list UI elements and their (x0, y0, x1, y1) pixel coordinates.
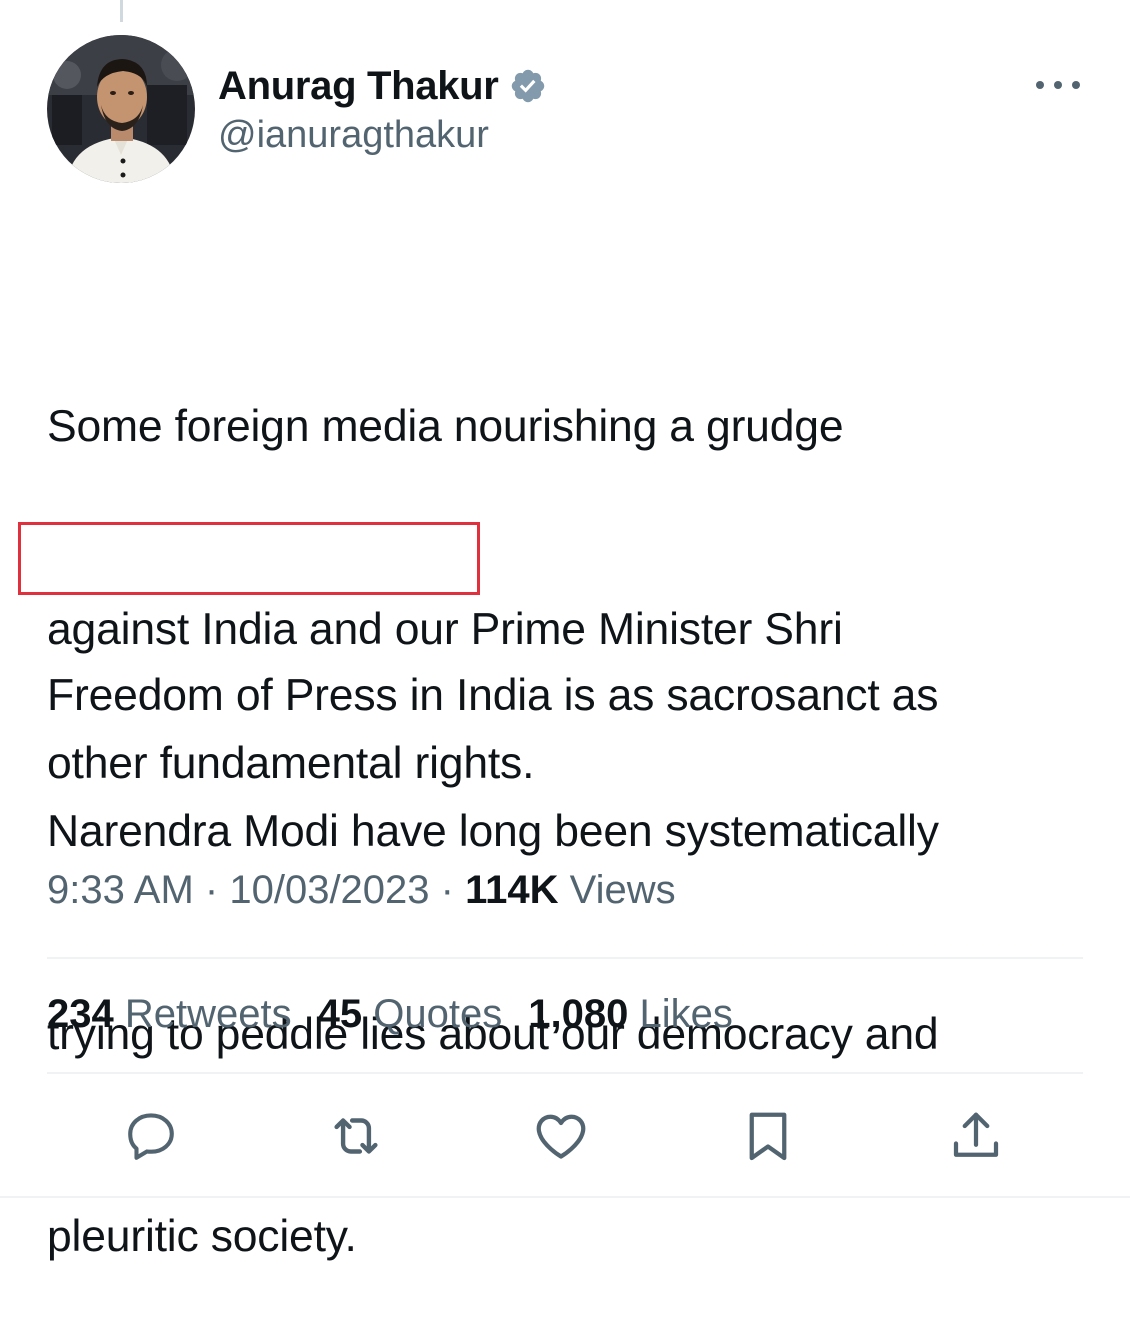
more-dot (1072, 81, 1080, 89)
tweet-metadata: 9:33 AM · 10/03/2023 · 114K Views (47, 868, 676, 913)
tweet-body-paragraph-2: Freedom of Press in India is as sacrosan… (47, 662, 1097, 797)
divider (0, 1196, 1130, 1198)
retweet-icon[interactable] (324, 1104, 388, 1168)
tweet-text-line: Narendra Modi have long been systematica… (47, 807, 939, 856)
retweets-label: Retweets (124, 992, 292, 1036)
reply-icon[interactable] (119, 1104, 183, 1168)
meta-separator: · (204, 868, 219, 912)
divider (47, 1072, 1083, 1074)
tweet-action-bar (0, 1104, 1130, 1168)
tweet-text-line: Some foreign media nourishing a grudge (47, 402, 844, 451)
author-name-row: Anurag Thakur (218, 62, 547, 110)
likes-label: Likes (639, 992, 733, 1036)
avatar[interactable] (47, 35, 195, 183)
tweet-time[interactable]: 9:33 AM (47, 868, 194, 912)
share-icon[interactable] (944, 1104, 1008, 1168)
retweets-stat[interactable]: 234 Retweets (47, 992, 292, 1037)
verified-badge-icon[interactable] (509, 67, 547, 105)
tweet-text-line: against India and our Prime Minister Shr… (47, 604, 843, 654)
more-options-icon[interactable] (1036, 70, 1080, 100)
quotes-label: Quotes (373, 992, 503, 1036)
divider (47, 957, 1083, 959)
quotes-stat[interactable]: 45 Quotes (318, 992, 503, 1037)
likes-stat[interactable]: 1,080 Likes (528, 992, 733, 1037)
views-count: 114K (465, 868, 559, 912)
tweet-date[interactable]: 10/03/2023 (229, 868, 429, 912)
views-label: Views (569, 868, 676, 912)
quotes-count: 45 (317, 992, 363, 1036)
more-dot (1036, 81, 1044, 89)
like-icon[interactable] (529, 1104, 593, 1168)
engagement-stats: 234 Retweets 45 Quotes 1,080 Likes (47, 992, 733, 1037)
tweet-text-line: Freedom of Press in India is as sacrosan… (47, 671, 939, 720)
bookmark-icon[interactable] (736, 1104, 800, 1168)
avatar-photo (47, 35, 195, 183)
likes-count: 1,080 (528, 992, 629, 1036)
meta-separator: · (440, 868, 454, 912)
tweet-body-paragraph-1: Some foreign media nourishing a grudge a… (47, 258, 1097, 1338)
author-display-name[interactable]: Anurag Thakur (218, 64, 499, 109)
thread-connector-line (120, 0, 123, 22)
annotation-highlight-box (18, 522, 480, 595)
retweets-count: 234 (47, 992, 114, 1036)
tweet-text-line: other fundamental rights. (47, 738, 535, 788)
author-handle[interactable]: @ianuragthakur (218, 114, 489, 157)
more-dot (1054, 81, 1062, 89)
tweet-text-line: pleuritic society. (47, 1212, 357, 1261)
